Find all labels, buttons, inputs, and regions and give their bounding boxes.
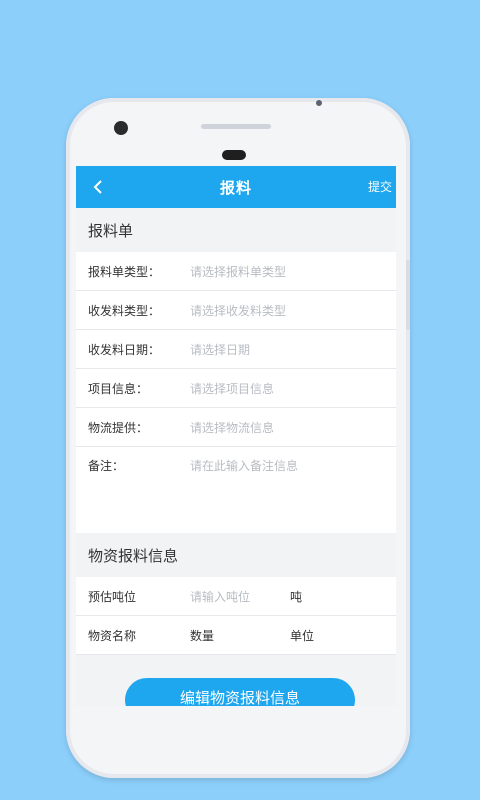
remark-row[interactable]: 备注： 请在此输入备注信息 <box>76 447 396 533</box>
column-quantity: 数量 <box>190 628 215 643</box>
submit-button[interactable]: 提交 <box>368 178 392 195</box>
report-type-label: 报料单类型： <box>88 264 161 279</box>
back-arrow-icon <box>93 180 102 194</box>
section-title-report-form: 报料单 <box>76 208 396 252</box>
logistics-row[interactable]: 物流提供： 请选择物流信息 <box>76 408 396 447</box>
logistics-select[interactable]: 请选择物流信息 <box>190 419 274 436</box>
front-camera <box>114 121 128 135</box>
phone-sensor <box>222 150 246 160</box>
tonnage-label: 预估吨位 <box>88 589 137 604</box>
remark-label: 备注： <box>88 459 125 473</box>
material-table-header: 物资名称 数量 单位 <box>76 616 396 655</box>
logistics-label: 物流提供： <box>88 420 149 435</box>
section-title-material: 物资报料信息 <box>76 533 396 577</box>
send-receive-type-select[interactable]: 请选择收发料类型 <box>190 302 286 319</box>
phone-side-button <box>406 260 410 330</box>
send-receive-type-label: 收发料类型： <box>88 303 161 318</box>
edit-material-info-button[interactable]: 编辑物资报料信息 <box>125 678 355 706</box>
date-row[interactable]: 收发料日期： 请选择日期 <box>76 330 396 369</box>
report-type-select[interactable]: 请选择报料单类型 <box>190 263 286 280</box>
column-unit: 单位 <box>290 628 315 643</box>
report-form: 报料单类型： 请选择报料单类型 收发料类型： 请选择收发料类型 收发料日期： 请… <box>76 252 396 533</box>
tonnage-row: 预估吨位 请输入吨位 吨 <box>76 577 396 616</box>
report-type-row[interactable]: 报料单类型： 请选择报料单类型 <box>76 252 396 291</box>
app-bar: 报料 提交 <box>76 166 396 208</box>
phone-sensor-dot <box>316 100 322 106</box>
project-info-label: 项目信息： <box>88 381 149 396</box>
project-info-select[interactable]: 请选择项目信息 <box>190 380 274 397</box>
remark-textarea[interactable]: 请在此输入备注信息 <box>190 457 298 474</box>
tonnage-unit: 吨 <box>290 589 303 604</box>
back-button[interactable] <box>86 175 110 199</box>
page-title: 报料 <box>219 178 252 197</box>
app-screen: 报料 提交 报料单 报料单类型： 请选择报料单类型 收发料类型： 请选择收发料类… <box>76 166 396 706</box>
tonnage-input[interactable]: 请输入吨位 <box>190 588 290 605</box>
column-material-name: 物资名称 <box>88 628 137 643</box>
send-receive-type-row[interactable]: 收发料类型： 请选择收发料类型 <box>76 291 396 330</box>
project-info-row[interactable]: 项目信息： 请选择项目信息 <box>76 369 396 408</box>
date-label: 收发料日期： <box>88 342 161 357</box>
phone-speaker <box>201 124 271 129</box>
date-picker[interactable]: 请选择日期 <box>190 341 250 358</box>
